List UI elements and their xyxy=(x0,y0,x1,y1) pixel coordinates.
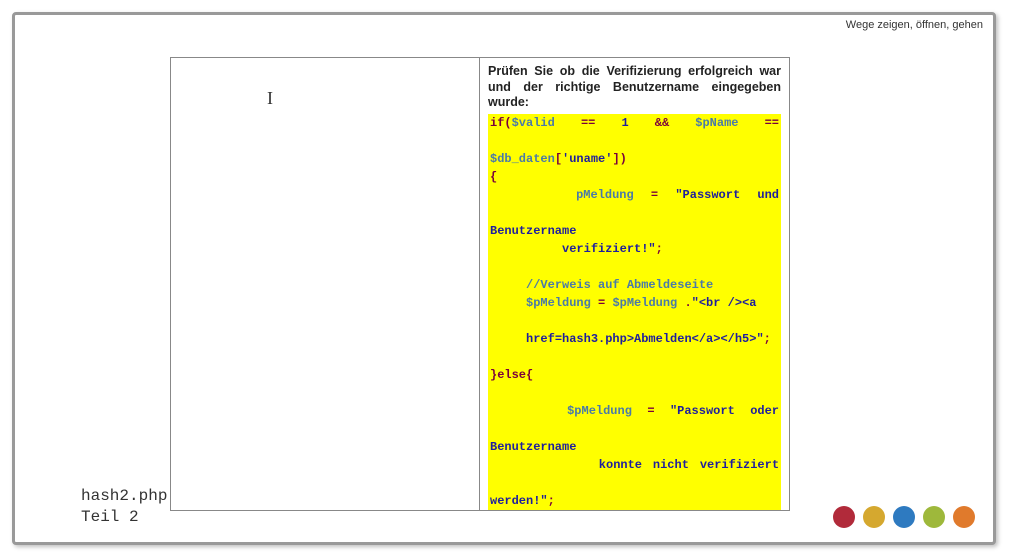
text-cursor-icon: I xyxy=(267,88,273,109)
code-line: verifiziert!"; xyxy=(490,240,779,258)
footer-file: hash2.php xyxy=(81,486,167,507)
content-box: I Prüfen Sie ob die Verifizierung erfolg… xyxy=(170,57,790,511)
dot-gold xyxy=(863,506,885,528)
code-line xyxy=(490,258,779,276)
code-line: Benutzername xyxy=(490,438,779,456)
code-line: if($valid == 1 && $pName == xyxy=(490,114,779,150)
code-line xyxy=(490,348,779,366)
left-column: I xyxy=(171,58,480,510)
code-line: $pMeldung = $pMeldung ."<br /><a xyxy=(490,294,779,312)
dot-green xyxy=(923,506,945,528)
code-line: konnte nicht verifiziert xyxy=(490,456,779,492)
dot-red xyxy=(833,506,855,528)
color-dots xyxy=(833,506,975,528)
tagline: Wege zeigen, öffnen, gehen xyxy=(846,19,983,31)
instruction-text: Prüfen Sie ob die Verifizierung erfolgre… xyxy=(488,64,781,111)
code-line: pMeldung = "Passwort und xyxy=(490,186,779,222)
code-line: werden!"; xyxy=(490,492,779,510)
code-line xyxy=(490,312,779,330)
code-line xyxy=(490,384,779,402)
footer-part: Teil 2 xyxy=(81,507,167,528)
code-line: //Verweis auf Abmeldeseite xyxy=(490,276,779,294)
slide-frame: Wege zeigen, öffnen, gehen I Prüfen Sie … xyxy=(12,12,996,545)
code-line: $db_daten['uname']) xyxy=(490,150,779,168)
code-line: }else{ xyxy=(490,366,779,384)
code-line: { xyxy=(490,168,779,186)
footer-label: hash2.php Teil 2 xyxy=(81,486,167,528)
code-line: Benutzername xyxy=(490,222,779,240)
code-line: $pMeldung = "Passwort oder xyxy=(490,402,779,438)
dot-blue xyxy=(893,506,915,528)
dot-orange xyxy=(953,506,975,528)
code-line: href=hash3.php>Abmelden</a></h5>"; xyxy=(490,330,779,348)
right-column: Prüfen Sie ob die Verifizierung erfolgre… xyxy=(480,58,789,510)
code-block: if($valid == 1 && $pName == $db_daten['u… xyxy=(488,114,781,510)
